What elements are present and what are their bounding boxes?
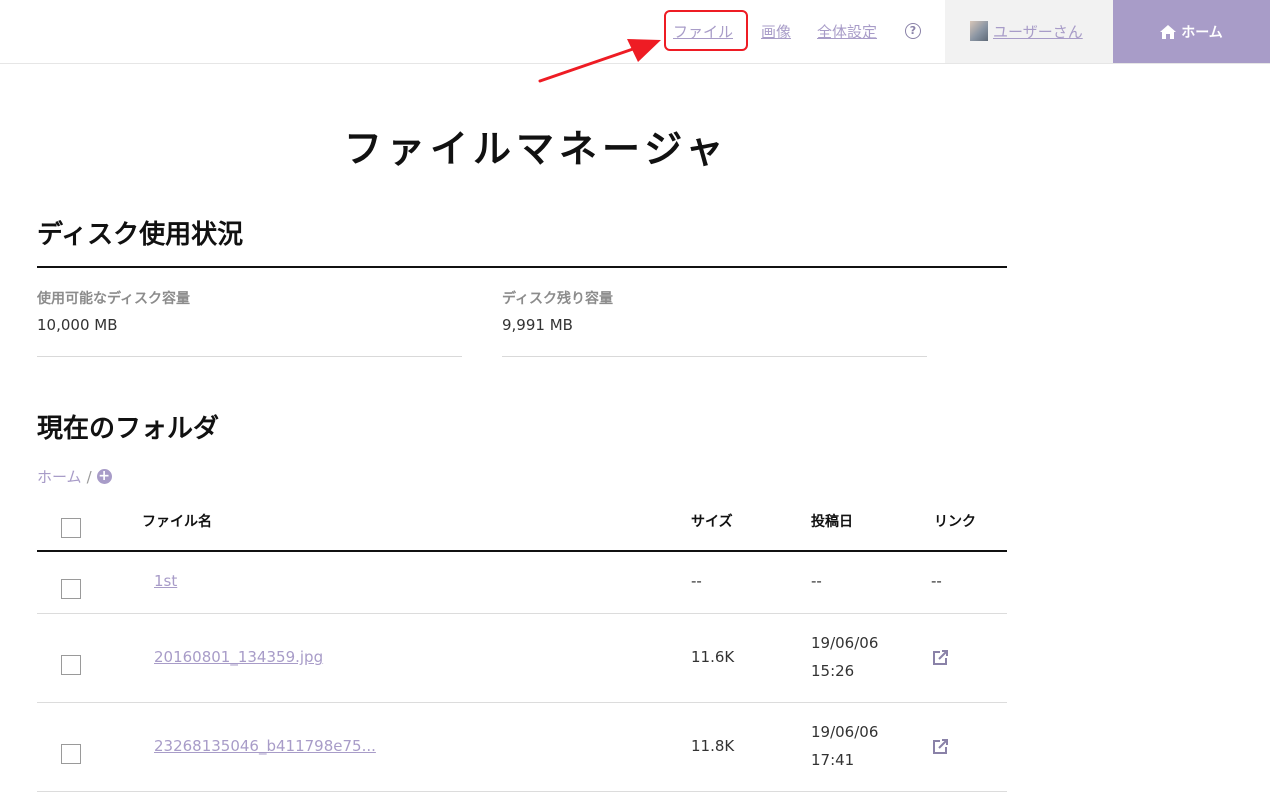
section-divider xyxy=(37,266,1007,268)
column-header-size: サイズ xyxy=(691,514,733,530)
file-link-cell: -- xyxy=(931,572,942,590)
file-size: 11.6K xyxy=(691,648,735,666)
current-folder-heading: 現在のフォルダ xyxy=(37,414,220,444)
table-header: ファイル名 サイズ 投稿日 リンク xyxy=(37,500,1007,552)
nav-images-link[interactable]: 画像 xyxy=(761,21,791,42)
stat-divider xyxy=(37,356,462,357)
available-capacity-label: 使用可能なディスク容量 xyxy=(37,291,191,307)
breadcrumb-separator: / xyxy=(86,467,92,486)
external-link-icon[interactable] xyxy=(931,738,949,756)
row-checkbox[interactable] xyxy=(61,579,81,599)
file-date: 19/06/06 15:26 xyxy=(811,629,878,685)
file-table: ファイル名 サイズ 投稿日 リンク 1st -- -- -- 20160801_… xyxy=(37,500,1007,792)
external-link-icon[interactable] xyxy=(931,649,949,667)
nav-settings-link[interactable]: 全体設定 xyxy=(817,21,877,42)
page-title: ファイルマネージャ xyxy=(344,127,729,171)
file-date-time: 15:26 xyxy=(811,662,855,680)
file-date: -- xyxy=(811,572,822,590)
home-icon xyxy=(1160,24,1177,39)
file-date: 19/06/06 17:41 xyxy=(811,718,878,774)
select-all-checkbox[interactable] xyxy=(61,518,81,538)
column-header-name: ファイル名 xyxy=(142,514,212,530)
file-date-time: 17:41 xyxy=(811,751,855,769)
remaining-capacity-value: 9,991 MB xyxy=(502,316,573,334)
row-checkbox[interactable] xyxy=(61,655,81,675)
table-row: 1st -- -- -- xyxy=(37,552,1007,614)
available-capacity-value: 10,000 MB xyxy=(37,316,118,334)
home-button-label: ホーム xyxy=(1181,24,1223,41)
remaining-capacity-label: ディスク残り容量 xyxy=(502,291,614,307)
file-size: 11.8K xyxy=(691,737,735,755)
breadcrumb-home-link[interactable]: ホーム xyxy=(37,466,82,487)
avatar xyxy=(970,21,988,41)
stat-divider xyxy=(502,356,927,357)
file-date-day: 19/06/06 xyxy=(811,634,879,652)
row-checkbox[interactable] xyxy=(61,744,81,764)
add-folder-icon[interactable]: + xyxy=(96,469,112,484)
home-button[interactable]: ホーム xyxy=(1113,0,1270,63)
user-name-link[interactable]: ユーザーさん xyxy=(993,21,1083,42)
breadcrumb: ホーム / + xyxy=(37,466,112,487)
folder-link[interactable]: 1st xyxy=(154,572,177,590)
file-name-link[interactable]: 20160801_134359.jpg xyxy=(154,648,323,666)
column-header-date: 投稿日 xyxy=(811,514,853,530)
table-row: 20160801_134359.jpg 11.6K 19/06/06 15:26 xyxy=(37,614,1007,703)
disk-usage-heading: ディスク使用状況 xyxy=(37,220,244,250)
user-menu[interactable]: ユーザーさん xyxy=(945,0,1113,63)
column-header-link: リンク xyxy=(934,514,976,530)
annotation-highlight-box xyxy=(664,10,748,51)
file-size: -- xyxy=(691,572,702,590)
help-icon[interactable]: ? xyxy=(905,23,921,39)
table-row: 23268135046_b411798e75... 11.8K 19/06/06… xyxy=(37,703,1007,792)
file-name-link[interactable]: 23268135046_b411798e75... xyxy=(154,737,376,755)
file-date-day: 19/06/06 xyxy=(811,723,879,741)
annotation-arrow-icon xyxy=(538,39,661,83)
